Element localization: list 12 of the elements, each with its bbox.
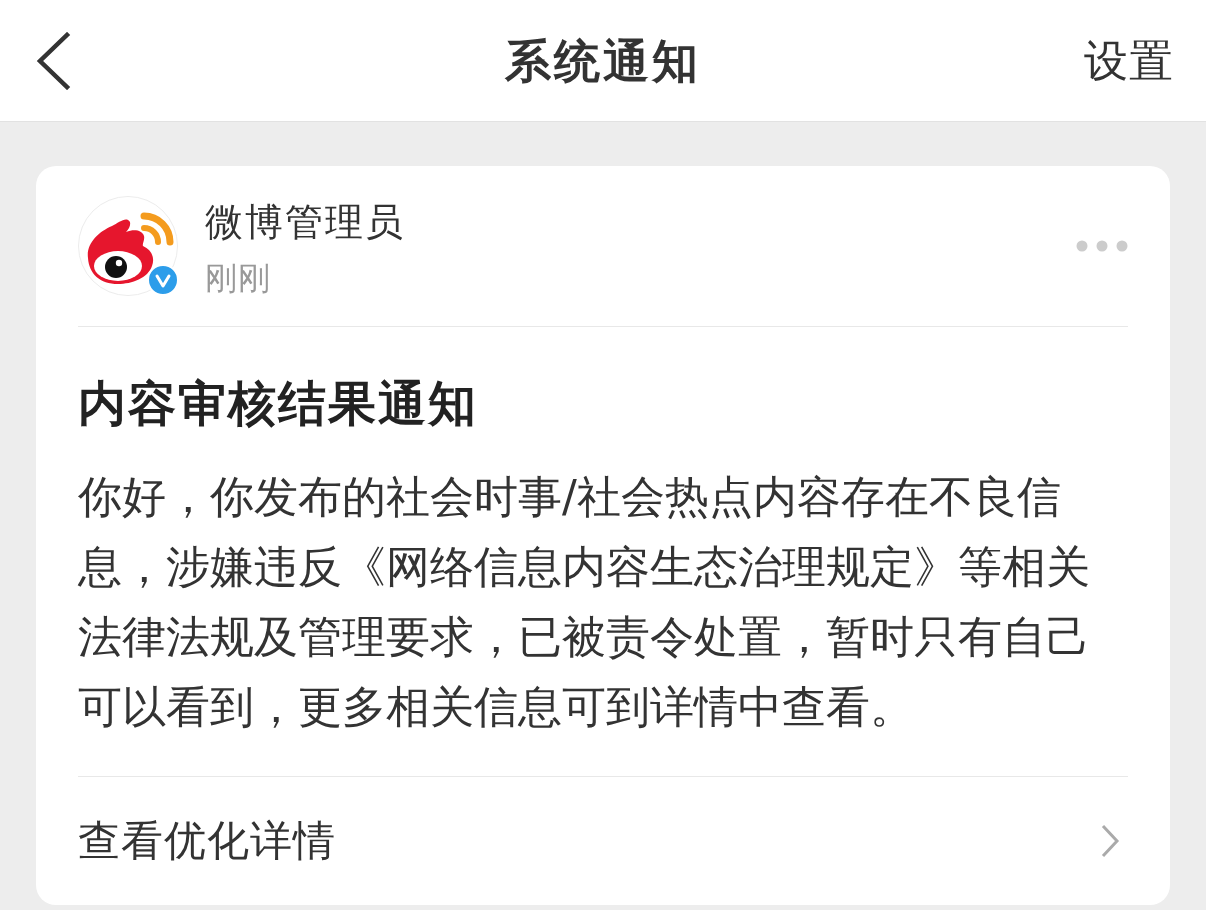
more-icon <box>1076 240 1128 252</box>
chevron-right-icon <box>1100 823 1120 859</box>
details-link[interactable]: 查看优化详情 <box>78 777 1128 905</box>
sender-name: 微博管理员 <box>205 199 405 245</box>
avatar-logo-icon[interactable] <box>78 196 178 296</box>
notification-title: 内容审核结果通知 <box>78 374 479 433</box>
back-button[interactable] <box>34 31 72 90</box>
back-chevron-icon <box>34 31 72 90</box>
settings-button[interactable]: 设置 <box>1084 33 1174 88</box>
notification-body: 你好，你发布的社会时事/社会热点内容存在不良信息，涉嫌违反《网络信息内容生态治理规定》等相关法律法规及管理要求，已被责令处置，暂时只有自己可以看到，更多相关信息可到详情中查看。 <box>78 470 1091 734</box>
page-title: 系统通知 <box>505 32 701 89</box>
timestamp: 刚刚 <box>205 260 271 296</box>
